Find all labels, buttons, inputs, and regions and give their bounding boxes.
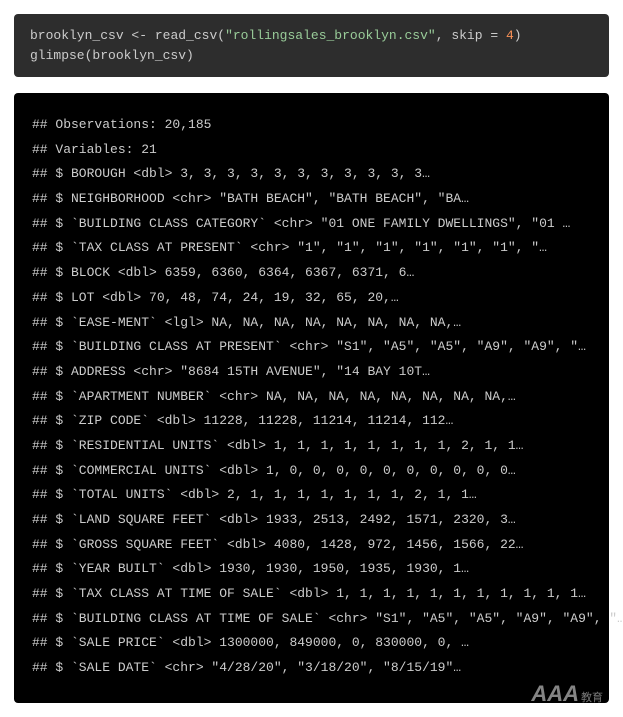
watermark-main: AAA — [531, 681, 579, 706]
watermark-logo: AAA教育 — [531, 681, 603, 707]
code-input-block: brooklyn_csv <- read_csv("rollingsales_b… — [14, 14, 609, 77]
output-line: ## $ `TOTAL UNITS` <dbl> 2, 1, 1, 1, 1, … — [32, 483, 591, 508]
output-line: ## Variables: 21 — [32, 138, 591, 163]
output-line: ## $ `APARTMENT NUMBER` <chr> NA, NA, NA… — [32, 385, 591, 410]
code-token-arg-sep: , skip = — [436, 28, 506, 43]
code-token-string: "rollingsales_brooklyn.csv" — [225, 28, 436, 43]
code-token-paren-close: ) — [514, 28, 522, 43]
output-line: ## $ `BUILDING CLASS AT PRESENT` <chr> "… — [32, 335, 591, 360]
code-token-number: 4 — [506, 28, 514, 43]
output-line: ## $ `TAX CLASS AT TIME OF SALE` <dbl> 1… — [32, 582, 591, 607]
output-line: ## Observations: 20,185 — [32, 113, 591, 138]
output-line: ## $ `ZIP CODE` <dbl> 11228, 11228, 1121… — [32, 409, 591, 434]
code-token-variable: brooklyn_csv — [30, 28, 124, 43]
output-line: ## $ `COMMERCIAL UNITS` <dbl> 1, 0, 0, 0… — [32, 459, 591, 484]
code-line-2: glimpse(brooklyn_csv) — [30, 46, 593, 66]
output-line: ## $ `RESIDENTIAL UNITS` <dbl> 1, 1, 1, … — [32, 434, 591, 459]
code-token-func: read_csv — [155, 28, 217, 43]
output-line: ## $ `GROSS SQUARE FEET` <dbl> 4080, 142… — [32, 533, 591, 558]
output-line: ## $ ADDRESS <chr> "8684 15TH AVENUE", "… — [32, 360, 591, 385]
output-line: ## $ BLOCK <dbl> 6359, 6360, 6364, 6367,… — [32, 261, 591, 286]
watermark-sub: 教育 — [581, 692, 603, 704]
output-line: ## $ `SALE PRICE` <dbl> 1300000, 849000,… — [32, 631, 591, 656]
code-token-assign: <- — [124, 28, 155, 43]
output-line: ## $ `BUILDING CLASS AT TIME OF SALE` <c… — [32, 607, 591, 632]
code-line-1: brooklyn_csv <- read_csv("rollingsales_b… — [30, 26, 593, 46]
code-token-paren-open: ( — [217, 28, 225, 43]
output-line: ## $ LOT <dbl> 70, 48, 74, 24, 19, 32, 6… — [32, 286, 591, 311]
output-line: ## $ BOROUGH <dbl> 3, 3, 3, 3, 3, 3, 3, … — [32, 162, 591, 187]
output-line: ## $ `TAX CLASS AT PRESENT` <chr> "1", "… — [32, 236, 591, 261]
output-line: ## $ NEIGHBORHOOD <chr> "BATH BEACH", "B… — [32, 187, 591, 212]
output-line: ## $ `BUILDING CLASS CATEGORY` <chr> "01… — [32, 212, 591, 237]
output-line: ## $ `EASE-MENT` <lgl> NA, NA, NA, NA, N… — [32, 311, 591, 336]
code-output-block: ## Observations: 20,185 ## Variables: 21… — [14, 93, 609, 703]
output-line: ## $ `LAND SQUARE FEET` <dbl> 1933, 2513… — [32, 508, 591, 533]
output-line: ## $ `SALE DATE` <chr> "4/28/20", "3/18/… — [32, 656, 591, 681]
output-line: ## $ `YEAR BUILT` <dbl> 1930, 1930, 1950… — [32, 557, 591, 582]
